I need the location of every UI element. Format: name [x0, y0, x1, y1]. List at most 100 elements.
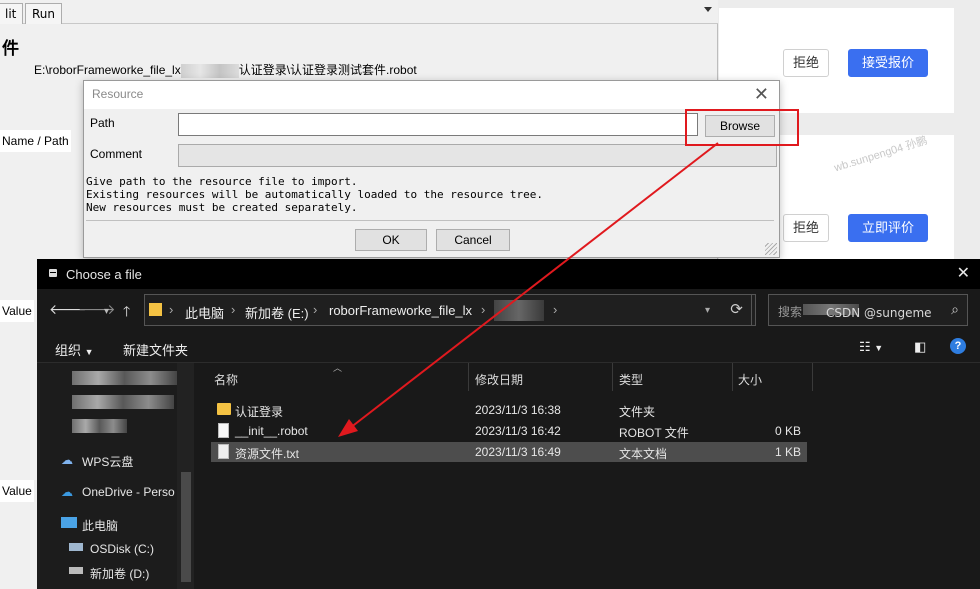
column-header-type[interactable]: 类型	[619, 371, 643, 388]
chevron-right-icon: ›	[169, 302, 174, 317]
chevron-right-icon: ›	[231, 302, 236, 317]
breadcrumb-drive-e[interactable]: 新加卷 (E:)	[245, 303, 309, 322]
tab-edit[interactable]: lit	[0, 3, 24, 24]
comment-field[interactable]	[178, 144, 777, 167]
path-label: Path	[90, 116, 115, 130]
file-list: ︿ 名称 修改日期 类型 大小 认证登录 2023/11/3 16:38 文件夹…	[195, 363, 980, 589]
resource-help-text: Give path to the resource file to import…	[86, 175, 543, 214]
value-column-label-2: Value	[0, 480, 34, 502]
resize-grip-icon[interactable]	[765, 243, 777, 255]
cloud-icon: ☁	[61, 453, 73, 467]
file-icon	[218, 423, 229, 438]
new-folder-button[interactable]: 新建文件夹	[123, 340, 188, 359]
file-name: __init__.robot	[235, 424, 308, 438]
folder-icon	[217, 403, 231, 415]
sort-ascending-icon: ︿	[333, 363, 343, 373]
computer-icon	[61, 517, 77, 528]
chevron-right-icon: ›	[313, 302, 318, 317]
sidebar-scrollbar[interactable]	[177, 363, 194, 589]
reject-button[interactable]: 拒绝	[783, 49, 829, 77]
ok-button[interactable]: OK	[355, 229, 427, 251]
refresh-icon[interactable]: ⟳	[722, 294, 752, 326]
column-header-name[interactable]: 名称	[214, 371, 238, 388]
redacted-block	[72, 395, 174, 409]
ride-tab-bar: lit Run	[0, 0, 718, 24]
comment-label: Comment	[90, 147, 143, 161]
tab-run[interactable]: Run	[25, 3, 63, 24]
file-modified: 2023/11/3 16:42	[475, 424, 561, 438]
divider	[86, 220, 774, 221]
file-dialog-titlebar: Choose a file ✕	[37, 259, 980, 289]
breadcrumb-project-folder[interactable]: roborFrameworke_file_lx	[329, 303, 472, 318]
breadcrumb-this-pc[interactable]: 此电脑	[185, 303, 224, 322]
file-name: 认证登录	[235, 405, 284, 419]
close-icon[interactable]: ✕	[754, 84, 769, 105]
column-separator[interactable]	[812, 363, 813, 391]
column-separator[interactable]	[732, 363, 733, 391]
evaluate-now-button[interactable]: 立即评价	[848, 214, 928, 242]
tab-run-label: Run	[32, 7, 56, 21]
file-type: ROBOT 文件	[619, 426, 689, 440]
recent-locations-chevron-icon[interactable]: ▾	[104, 306, 109, 317]
sidebar-item-drive-d[interactable]: 新加卷 (D:)	[90, 565, 149, 582]
text-file-icon	[218, 444, 229, 459]
up-arrow-icon[interactable]: 🡑	[123, 301, 130, 325]
sidebar-item-this-pc[interactable]: 此电脑	[82, 517, 118, 534]
column-header-size[interactable]: 大小	[738, 371, 762, 388]
help-line: Give path to the resource file to import…	[86, 175, 358, 188]
address-dropdown-icon[interactable]: ▾	[705, 305, 710, 316]
chevron-down-icon: ▼	[84, 347, 94, 357]
redacted-block	[72, 419, 127, 433]
address-bar[interactable]: › 此电脑 › 新加卷 (E:) › roborFrameworke_file_…	[144, 294, 756, 326]
reject-button-2[interactable]: 拒绝	[783, 214, 829, 242]
value-column-label: Value	[0, 300, 34, 322]
resource-dialog-title: Resource	[92, 87, 144, 101]
close-icon[interactable]: ✕	[957, 263, 970, 283]
scrollbar-thumb[interactable]	[181, 472, 191, 582]
tab-edit-label: lit	[5, 7, 17, 21]
sidebar-item-onedrive[interactable]: OneDrive - Perso	[82, 485, 175, 499]
help-line: Existing resources will be automatically…	[86, 188, 543, 201]
search-placeholder: 搜索	[778, 305, 803, 319]
cancel-button[interactable]: Cancel	[436, 229, 510, 251]
column-separator[interactable]	[612, 363, 613, 391]
help-icon[interactable]: ?	[950, 338, 966, 354]
redacted-block	[180, 63, 239, 78]
suite-source-path: E:\roborFrameworke_file_lx 认证登录\认证登录测试套件.…	[34, 61, 417, 78]
file-row[interactable]: 认证登录 2023/11/3 16:38 文件夹	[211, 400, 807, 420]
file-row-selected[interactable]: 资源文件.txt 2023/11/3 16:49 文本文档 1 KB	[211, 442, 807, 462]
file-modified: 2023/11/3 16:38	[475, 403, 561, 417]
chevron-right-icon: ›	[481, 302, 486, 317]
name-path-column-label: Name / Path	[0, 130, 71, 152]
app-icon	[49, 269, 57, 277]
tab-dropdown-icon[interactable]	[704, 7, 712, 12]
annotation-highlight-box	[685, 109, 799, 146]
chevron-right-icon: ›	[553, 302, 558, 317]
file-name: 资源文件.txt	[235, 447, 300, 461]
csdn-credit-watermark: CSDN @sungeme	[826, 306, 932, 320]
forward-arrow-icon[interactable]: 🡒	[78, 301, 116, 318]
sidebar-item-osdisk[interactable]: OSDisk (C:)	[90, 542, 154, 556]
onedrive-icon: ☁	[61, 485, 73, 499]
help-line: New resources must be created separately…	[86, 201, 358, 214]
drive-icon	[69, 567, 83, 574]
file-dialog-title: Choose a file	[66, 267, 142, 282]
search-icon[interactable]: ⌕	[951, 301, 959, 318]
column-header-modified[interactable]: 修改日期	[475, 371, 523, 388]
preview-pane-icon[interactable]: ◧	[914, 339, 926, 355]
resource-dialog: Resource ✕ Path Browse Comment Give path…	[83, 80, 780, 258]
file-size: 1 KB	[774, 445, 801, 459]
accept-quote-button[interactable]: 接受报价	[848, 49, 928, 77]
organize-label: 组织	[55, 343, 82, 358]
organize-menu[interactable]: 组织 ▼	[55, 340, 94, 359]
file-row[interactable]: __init__.robot 2023/11/3 16:42 ROBOT 文件 …	[211, 421, 807, 441]
suite-heading: 件	[2, 39, 19, 59]
redacted-block	[72, 371, 177, 385]
sidebar-item-wps[interactable]: WPS云盘	[82, 453, 133, 470]
path-input[interactable]	[178, 113, 698, 136]
view-options-icon[interactable]: ☷ ▼	[859, 339, 883, 355]
column-separator[interactable]	[468, 363, 469, 391]
redacted-block	[494, 300, 544, 321]
navigation-pane: ☁ WPS云盘 ☁ OneDrive - Perso 此电脑 OSDisk (C…	[37, 363, 194, 589]
resource-dialog-titlebar: Resource ✕	[84, 81, 779, 109]
